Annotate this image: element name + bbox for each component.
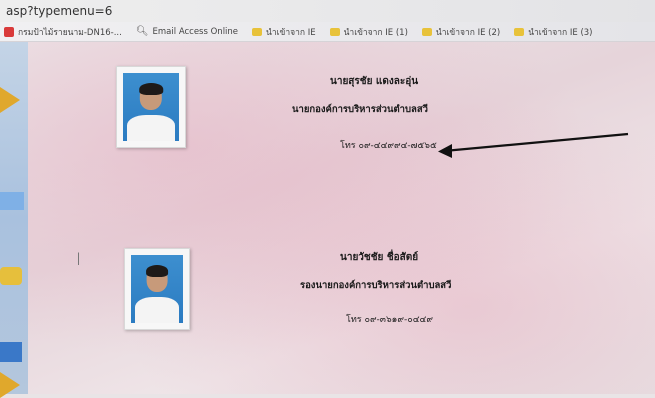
annotation-arrow-icon (438, 132, 629, 158)
bookmark-label: นำเข้าจาก IE (2) (435, 27, 501, 38)
folder-icon (514, 27, 525, 36)
staff-directory: นายสุรชัย แดงละอุ่น นายกองค์การบริหารส่ว… (28, 42, 655, 394)
bookmark-folder[interactable]: นำเข้าจาก IE (252, 25, 316, 39)
arrow-decoration-icon (0, 87, 20, 113)
menu-tile-icon[interactable] (0, 342, 22, 362)
bookmark-label: นำเข้าจาก IE (1) (343, 27, 408, 38)
bookmark-folder[interactable]: นำเข้าจาก IE (3) (514, 25, 593, 39)
bookmark-label: นำเข้าจาก IE (3) (528, 27, 593, 38)
left-sidebar (0, 42, 28, 398)
bookmark-folder[interactable]: นำเข้าจาก IE (1) (329, 25, 408, 39)
bookmark-label: กรมป้าไม้รายนาม-DN16-... (18, 27, 122, 38)
bookmark-item[interactable]: กรมป้าไม้รายนาม-DN16-... (4, 25, 122, 39)
bookmark-label: Email Access Online (152, 26, 239, 37)
url-text: asp?typemenu=6 (6, 4, 113, 18)
arrow-decoration-icon (0, 372, 20, 398)
bookmark-label: นำเข้าจาก IE (266, 27, 316, 38)
search-icon: 🔍︎ (135, 26, 149, 37)
bookmark-item[interactable]: 🔍︎ Email Access Online (136, 26, 238, 37)
red-site-icon (4, 26, 14, 37)
bookmarks-bar: กรมป้าไม้รายนาม-DN16-... 🔍︎ Email Access… (0, 22, 655, 42)
bookmark-folder[interactable]: นำเข้าจาก IE (2) (421, 25, 501, 39)
folder-icon (252, 27, 263, 36)
address-bar[interactable]: asp?typemenu=6 (0, 0, 655, 22)
folder-icon (421, 27, 432, 36)
folder-icon (329, 27, 340, 36)
menu-tile-icon[interactable] (0, 192, 24, 210)
menu-tile-icon[interactable] (0, 267, 22, 285)
